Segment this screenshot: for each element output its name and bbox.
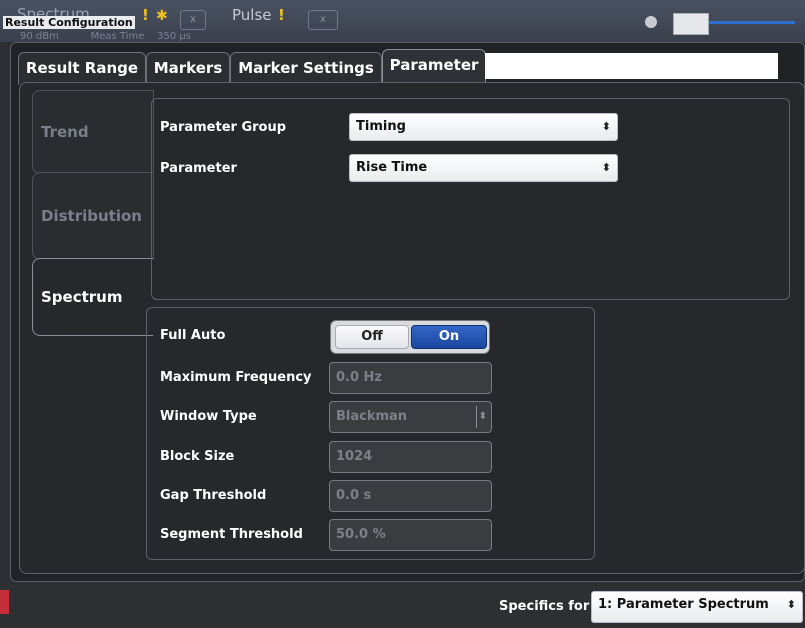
select-arrow-icon: ⬍ (601, 120, 611, 133)
full-auto-toggle[interactable]: Off On (330, 320, 490, 354)
toggle-off-button[interactable]: Off (335, 325, 409, 349)
parameter-select[interactable]: Rise Time ⬍ (349, 154, 618, 182)
select-arrow-icon: ⬍ (478, 411, 487, 422)
side-tab-trend[interactable]: Trend (32, 90, 154, 174)
select-arrow-icon: ⬍ (786, 598, 796, 611)
tab-result-range[interactable]: Result Range (18, 52, 146, 85)
select-arrow-icon: ⬍ (601, 161, 611, 174)
tab-parameter[interactable]: Parameter (382, 49, 486, 84)
tab-bar-blank (485, 53, 778, 79)
window-type-label: Window Type (160, 409, 257, 424)
max-frequency-field[interactable]: 0.0 Hz (329, 362, 492, 394)
parameter-label: Parameter (160, 161, 237, 176)
status-dot-icon (645, 16, 657, 28)
slider-handle[interactable] (673, 13, 709, 35)
specifics-for-value: 1: Parameter Spectrum (598, 597, 769, 612)
segment-threshold-label: Segment Threshold (160, 527, 303, 542)
slider-track (709, 21, 795, 24)
close-tab-button[interactable]: x (180, 10, 206, 30)
window-type-select[interactable]: Blackman ⬍ (329, 401, 492, 433)
segment-threshold-field[interactable]: 50.0 % (329, 519, 492, 551)
star-icon: ✱ (156, 8, 168, 24)
warning-icon: ! (278, 6, 285, 24)
full-auto-label: Full Auto (160, 328, 226, 343)
gap-threshold-field[interactable]: 0.0 s (329, 480, 492, 512)
specifics-for-select[interactable]: 1: Parameter Spectrum ⬍ (591, 591, 803, 623)
gap-threshold-label: Gap Threshold (160, 488, 267, 503)
select-divider (476, 406, 477, 428)
parameter-group-select[interactable]: Timing ⬍ (349, 113, 618, 141)
block-size-field[interactable]: 1024 (329, 441, 492, 473)
tab-markers[interactable]: Markers (146, 52, 230, 85)
measurement-info: 90 dBm Meas Time 350 µs (20, 31, 191, 42)
header-slider[interactable] (645, 12, 795, 35)
parameter-value: Rise Time (356, 160, 428, 175)
side-accent (0, 590, 9, 614)
side-tab-distribution[interactable]: Distribution (32, 172, 154, 260)
parameter-group-value: Timing (356, 119, 406, 134)
pulse-tab[interactable]: Pulse (232, 6, 272, 24)
tab-marker-settings[interactable]: Marker Settings (230, 52, 382, 85)
dialog-title: Result Configuration (3, 16, 135, 29)
max-frequency-label: Maximum Frequency (160, 370, 312, 385)
specifics-for-label: Specifics for (499, 599, 590, 614)
side-tab-spectrum[interactable]: Spectrum (32, 258, 153, 336)
warning-icon: ! (142, 6, 149, 24)
close-tab-button[interactable]: x (308, 10, 338, 30)
block-size-label: Block Size (160, 449, 235, 464)
toggle-on-button[interactable]: On (411, 325, 487, 349)
window-type-value: Blackman (336, 409, 408, 424)
parameter-group-label: Parameter Group (160, 120, 287, 135)
